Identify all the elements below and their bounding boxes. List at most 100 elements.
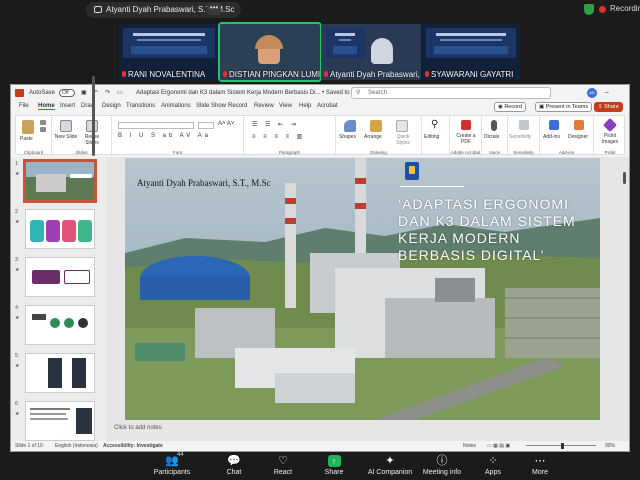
tab-help[interactable]: Help [299, 103, 311, 109]
redo-icon[interactable]: ↷ [105, 85, 110, 101]
slide-thumbnail[interactable]: 6 ★ [15, 401, 103, 445]
font-name-select[interactable] [118, 122, 194, 129]
participant-tile[interactable]: Atyanti Dyah Prabaswari, S... [321, 24, 421, 80]
group-label: Drawing [370, 150, 387, 155]
slide-thumbnail[interactable]: 1 ★ [15, 159, 103, 205]
font-format-icons[interactable]: B I U S ab AV Aa [118, 133, 211, 139]
info-icon: ⓘ [436, 455, 448, 467]
accessibility-status[interactable]: Accessibility: Investigate [103, 441, 163, 451]
zoom-level[interactable]: 90% [605, 441, 615, 451]
record-button[interactable]: ◉ Record [494, 102, 527, 112]
slide-thumbnail[interactable]: 5 ★ [15, 353, 103, 397]
notes-button[interactable]: Notes [463, 441, 476, 451]
pickit-images-button[interactable]: Pickit Images [599, 133, 621, 145]
tab-design[interactable]: Design [102, 103, 121, 109]
tab-record[interactable]: Record [228, 103, 247, 109]
ai-companion-button[interactable]: ✦ AI Companion [360, 452, 420, 476]
create-pdf-button[interactable]: Create a PDF [454, 133, 478, 145]
editing-search-icon[interactable]: ⚲ [431, 120, 441, 130]
thumbnail-scrollbar[interactable] [92, 76, 95, 156]
participant-tile[interactable]: SYAWARANI GAYATRI [422, 24, 520, 80]
group-pickit: Pickit Images Pickit [594, 116, 626, 156]
paste-icon[interactable] [22, 120, 34, 134]
addins-button[interactable]: Add-ins [543, 134, 560, 140]
sparkle-icon: ✦ [385, 455, 395, 467]
slide-thumbnail[interactable]: 4 ★ [15, 305, 103, 349]
cut-icon[interactable] [40, 120, 46, 125]
slide-scrollbar[interactable] [623, 172, 626, 184]
list-icons[interactable]: ☰ ☰ ⇤ ⇥ [252, 121, 299, 128]
more-options-button[interactable]: ••• [207, 3, 221, 15]
slide-thumbnail[interactable]: 2 ★ [15, 209, 103, 253]
thumbnail-image [25, 353, 95, 393]
font-size-select[interactable] [198, 122, 214, 129]
new-slide-button[interactable]: New Slide [54, 134, 78, 140]
arrange-icon[interactable] [370, 120, 382, 132]
tab-view[interactable]: View [279, 103, 292, 109]
present-icon[interactable]: ▭ [117, 85, 123, 101]
tab-animations[interactable]: Animations [161, 103, 191, 109]
screen-share-icon [94, 6, 102, 13]
addins-icon[interactable] [549, 120, 559, 130]
user-avatar[interactable]: AD [587, 88, 597, 98]
tab-home[interactable]: Home [38, 103, 55, 110]
new-slide-icon[interactable] [60, 120, 72, 132]
language-indicator[interactable]: English (Indonesia) [55, 441, 98, 451]
font-grow-icon[interactable]: A˄ A˅ [218, 121, 234, 127]
recording-label[interactable]: Recording [610, 4, 640, 13]
group-label: Font [172, 150, 182, 155]
group-label: Adobe Acrobat [450, 150, 481, 155]
tab-acrobat[interactable]: Acrobat [317, 103, 338, 109]
shapes-button[interactable]: Shapes [339, 134, 356, 140]
apps-icon: ⁘ [488, 455, 498, 467]
react-button[interactable]: ♡ React [258, 452, 308, 476]
designer-button[interactable]: Designer [568, 134, 588, 140]
copy-icon[interactable] [40, 127, 46, 132]
security-shield-icon [584, 4, 594, 15]
sensitivity-button[interactable]: Sensitivity [509, 134, 532, 140]
present-in-teams-button[interactable]: ▣ Present in Teams [535, 102, 593, 112]
dictate-button[interactable]: Dictate [484, 134, 500, 140]
tab-transitions[interactable]: Transitions [126, 103, 155, 109]
meeting-info-button[interactable]: ⓘ Meeting info [417, 452, 467, 476]
designer-icon[interactable] [574, 120, 584, 130]
participant-video [371, 38, 393, 64]
editing-button[interactable]: Editing [424, 134, 439, 140]
current-slide[interactable]: Atyanti Dyah Prabaswari, S.T., M.Sc ‘ADA… [125, 158, 600, 420]
pickit-icon[interactable] [602, 117, 618, 133]
quick-styles-button[interactable]: Quick Styles [392, 134, 414, 146]
slide-thumbnail[interactable]: 3 ★ [15, 257, 103, 301]
more-button[interactable]: ⋯ More [515, 452, 565, 476]
save-icon[interactable]: ▣ [81, 85, 87, 101]
group-sensitivity: Sensitivity Sensitivity [508, 116, 540, 156]
share-screen-button[interactable]: ↑ Share [309, 452, 359, 476]
shapes-icon[interactable] [344, 120, 356, 132]
participant-tile-active-speaker[interactable]: DISTIAN PINGKAN LUMI [218, 22, 322, 82]
participants-button[interactable]: 👥 44 Participants [147, 452, 197, 476]
view-buttons[interactable]: ▭ ▦ ▤ ▣ [487, 441, 510, 451]
tab-insert[interactable]: Insert [60, 103, 75, 109]
autosave-toggle[interactable]: Off [59, 89, 75, 97]
participant-name: SYAWARANI GAYATRI [431, 70, 514, 79]
group-label: Sensitivity [513, 150, 534, 155]
minimize-icon[interactable]: – [605, 85, 609, 101]
tab-file[interactable]: File [19, 103, 29, 109]
quick-styles-icon[interactable] [396, 120, 408, 132]
zoom-slider-thumb[interactable] [561, 443, 564, 449]
pdf-icon[interactable] [461, 120, 471, 130]
paste-button-label[interactable]: Paste [20, 136, 33, 142]
tab-review[interactable]: Review [254, 103, 274, 109]
search-box[interactable]: ⚲ Search [351, 87, 551, 99]
align-icons[interactable]: ≡ ≡ ≡ ≡ ▥ [252, 133, 305, 140]
notes-placeholder[interactable]: Click to add notes [114, 425, 162, 431]
participant-tile[interactable]: RANI NOVALENTINA [119, 24, 219, 80]
chat-button[interactable]: 💬 Chat [209, 452, 259, 476]
share-button[interactable]: ⇪ Share [594, 102, 623, 112]
tab-slide-show[interactable]: Slide Show [196, 103, 226, 109]
microphone-icon[interactable] [491, 120, 497, 131]
sensitivity-icon[interactable] [519, 120, 529, 130]
arrange-button[interactable]: Arrange [364, 134, 382, 140]
group-label: Pickit [604, 150, 616, 155]
mic-muted-icon [425, 71, 429, 77]
apps-button[interactable]: ⁘ Apps [468, 452, 518, 476]
